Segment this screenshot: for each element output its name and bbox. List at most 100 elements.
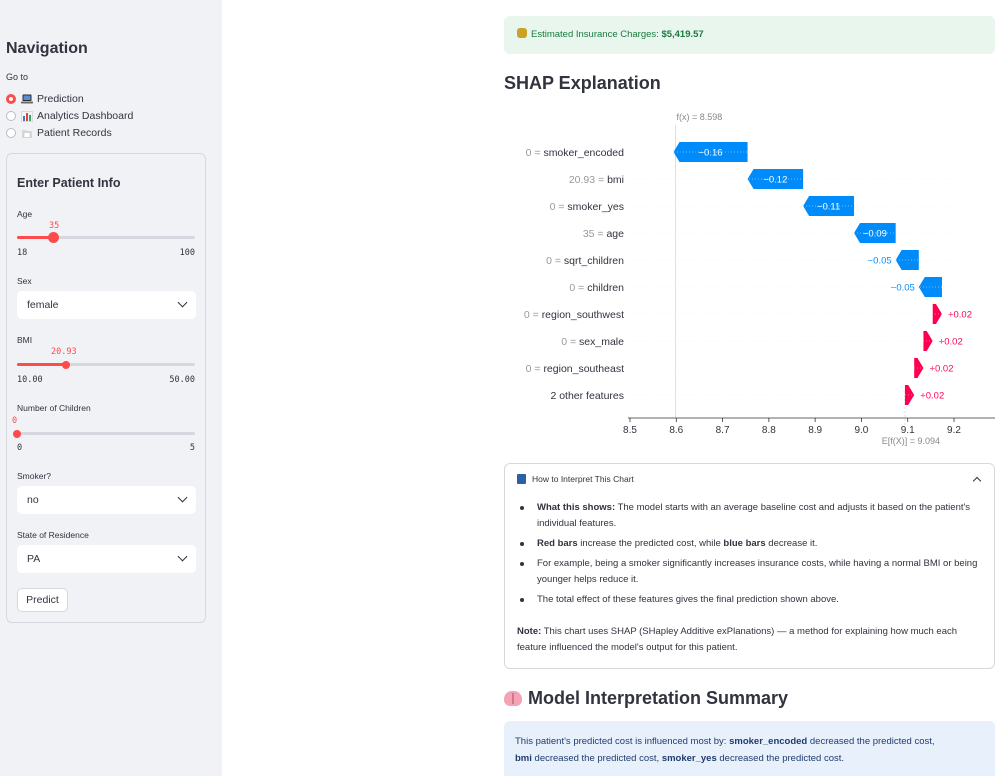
feature-label: 0 = sex_male — [561, 336, 624, 348]
shap-bar-label: +0.02 — [920, 391, 944, 402]
bmi-value: 20.93 — [51, 347, 77, 357]
chevron-down-icon — [177, 492, 188, 503]
feature-value: 0 = — [546, 255, 564, 267]
slider-fill — [17, 363, 66, 366]
feature-name: region_southwest — [542, 309, 624, 321]
slider-thumb[interactable] — [13, 429, 21, 438]
feature-name: smoker_encoded — [543, 147, 624, 159]
summary-prefix: This patient's predicted cost is influen… — [515, 736, 730, 747]
shap-bar — [904, 385, 915, 405]
feature-name: age — [606, 228, 624, 240]
feature-value: 0 = — [550, 201, 568, 213]
bullet-text: increase the predicted cost, while — [577, 538, 724, 549]
nav-title: Navigation — [6, 40, 88, 57]
shap-bar-label: −0.12 — [763, 175, 787, 186]
feature-name: sqrt_children — [564, 255, 624, 267]
bullet-list: What this shows: The model starts with a… — [517, 500, 987, 612]
feature-value: 0 = — [524, 309, 542, 321]
radio-unselected[interactable] — [6, 111, 16, 121]
feature-value: 35 = — [583, 228, 607, 240]
feature-label: 0 = region_southeast — [526, 363, 624, 375]
children-slider[interactable] — [13, 429, 195, 438]
nav-option-records[interactable]: Patient Records — [6, 126, 112, 140]
shap-heading: SHAP Explanation — [504, 73, 661, 93]
x-tick-label: 9.2 — [947, 425, 961, 436]
state-label: State of Residence — [17, 530, 89, 540]
feature-value: 0 = — [569, 282, 587, 294]
x-tick-label: 8.8 — [762, 425, 776, 436]
shap-bar-label: +0.02 — [948, 310, 972, 321]
list-item: What this shows: The model starts with a… — [517, 500, 987, 532]
shap-bar-label: −0.05 — [868, 256, 892, 267]
chart-note: Note: This chart uses SHAP (SHapley Addi… — [517, 624, 983, 656]
slider-thumb[interactable] — [61, 360, 70, 369]
shap-waterfall-chart: f(x) = 8.598 −0.16 0 = smoker_encoded −0.12… — [524, 112, 995, 446]
radio-selected[interactable] — [6, 94, 16, 104]
feature-label: 0 = children — [569, 282, 624, 294]
x-tick-label: 9.1 — [901, 425, 915, 436]
age-value: 35 — [49, 221, 60, 231]
bullet-text: For example, being a smoker significantl… — [537, 558, 978, 585]
estimate-alert: Estimated Insurance Charges: $5,419.57 — [504, 16, 995, 54]
sex-select-value: female — [27, 299, 59, 311]
summary-text: decreased the predicted cost. — [716, 753, 845, 764]
shap-bar-label: −0.11 — [817, 202, 840, 213]
radio-unselected[interactable] — [6, 128, 16, 138]
chevron-up-icon[interactable] — [972, 476, 982, 486]
chevron-down-icon — [177, 551, 188, 562]
feature-label: 0 = sqrt_children — [546, 255, 624, 267]
bmi-slider[interactable] — [17, 360, 195, 369]
feature-value: 0 = — [526, 147, 544, 159]
folder-icon — [21, 128, 33, 139]
bmi-max: 50.00 — [169, 375, 195, 385]
note-bold: Note: — [517, 626, 542, 637]
age-max: 100 — [179, 248, 195, 258]
estimate-label: Estimated Insurance Charges: — [531, 29, 659, 40]
shap-bar — [914, 358, 924, 378]
feature-name: bmi — [607, 174, 624, 186]
summary-text: decreased the predicted cost, — [531, 753, 662, 764]
base-value-label: E[f(X)] = 9.094 — [882, 436, 940, 446]
list-item: The total effect of these features gives… — [517, 592, 987, 608]
feature-name: smoker_yes — [567, 201, 624, 213]
sidebar: Navigation Go to Prediction Analytics Da… — [0, 0, 222, 776]
predict-button[interactable]: Predict — [17, 588, 68, 612]
children-max: 5 — [189, 443, 195, 453]
bar-chart-icon — [21, 110, 33, 122]
sex-select[interactable]: female — [17, 291, 196, 319]
smoker-label: Smoker? — [17, 471, 52, 481]
x-tick-label: 8.9 — [808, 425, 822, 436]
summary-heading-text: Model Interpretation Summary — [528, 688, 789, 708]
expander-title: How to Interpret This Chart — [532, 474, 634, 484]
shap-bar — [932, 304, 942, 324]
feature-value: 0 = — [526, 363, 544, 375]
bullet-bold: What this shows: — [537, 502, 616, 513]
summary-text: decreased the predicted cost, — [807, 736, 935, 747]
feature-label: 20.93 = bmi — [569, 174, 624, 186]
nav-option-label: Prediction — [37, 93, 84, 105]
age-slider[interactable] — [17, 232, 195, 243]
bullet-text: decrease it. — [765, 538, 818, 549]
shap-bar-label: +0.02 — [939, 337, 963, 348]
patient-info-form: Enter Patient Info Age 35 18 100 Sex fem… — [6, 153, 206, 623]
nav-option-prediction[interactable]: Prediction — [6, 92, 84, 106]
shap-bar-label: +0.02 — [929, 364, 953, 375]
slider-thumb[interactable] — [48, 232, 60, 243]
summary-feature: bmi — [515, 753, 532, 764]
shap-bar-label: −0.16 — [699, 148, 723, 159]
shap-bar-label: −0.05 — [891, 283, 915, 294]
x-tick-label: 9.0 — [854, 425, 868, 436]
list-item: For example, being a smoker significantl… — [517, 556, 987, 588]
book-icon — [517, 474, 526, 484]
expander-header[interactable]: How to Interpret This Chart — [517, 474, 634, 484]
state-select[interactable]: PA — [17, 545, 196, 573]
smoker-select-value: no — [27, 494, 39, 506]
nav-option-analytics[interactable]: Analytics Dashboard — [6, 109, 133, 123]
shap-bar — [923, 331, 933, 351]
bmi-label: BMI — [17, 335, 33, 345]
feature-label: 0 = smoker_yes — [550, 201, 624, 213]
age-label: Age — [17, 209, 33, 219]
chevron-down-icon — [177, 297, 188, 308]
bullet-text: The total effect of these features gives… — [537, 594, 839, 605]
smoker-select[interactable]: no — [17, 486, 196, 514]
